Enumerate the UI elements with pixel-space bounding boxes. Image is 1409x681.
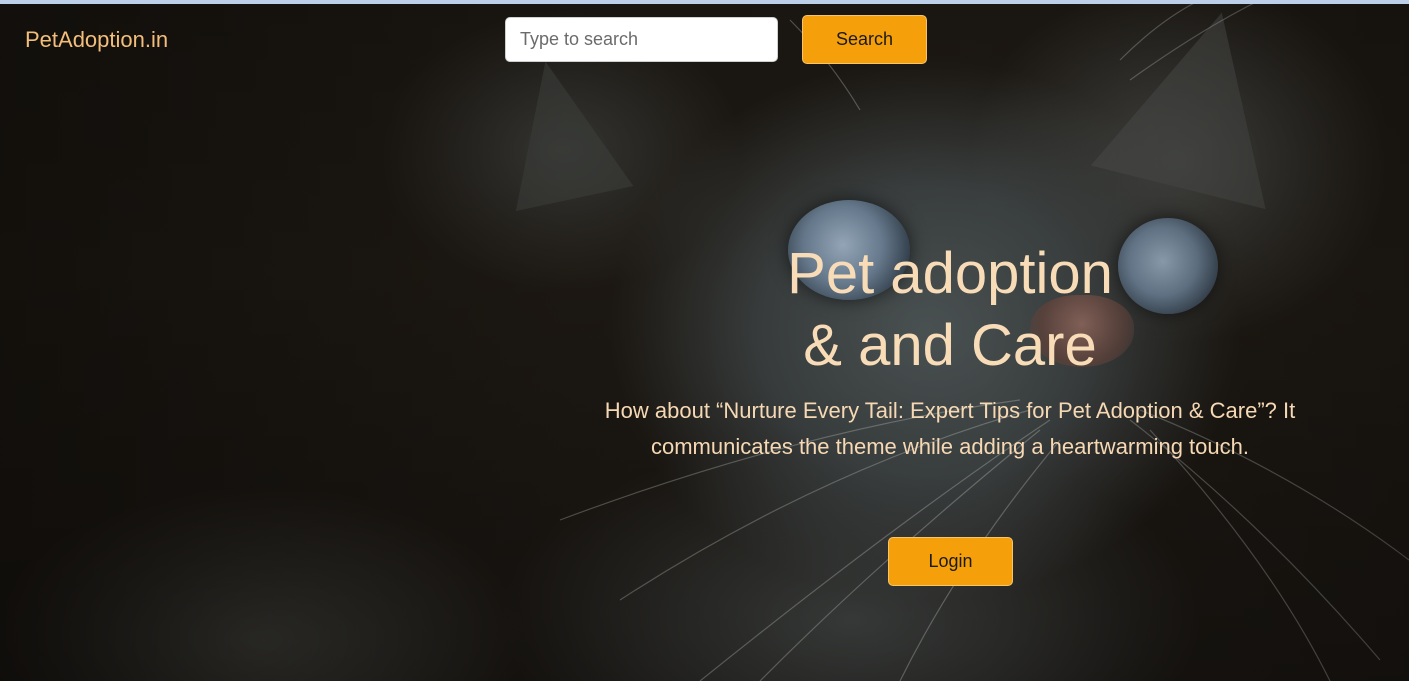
- hero-title-line-2: & and Care: [803, 313, 1097, 378]
- login-button[interactable]: Login: [888, 537, 1013, 586]
- search-input[interactable]: [505, 17, 778, 62]
- page: PetAdoption.in Search Pet adoption & and…: [0, 0, 1409, 681]
- hero-title-line-1: Pet adoption: [787, 241, 1113, 306]
- brand-logo-link[interactable]: PetAdoption.in: [25, 27, 168, 53]
- hero-subtitle: How about “Nurture Every Tail: Expert Ti…: [604, 398, 1296, 459]
- hero-title: Pet adoption & and Care: [700, 238, 1200, 382]
- search-button[interactable]: Search: [802, 15, 927, 64]
- browser-top-strip: [0, 0, 1409, 4]
